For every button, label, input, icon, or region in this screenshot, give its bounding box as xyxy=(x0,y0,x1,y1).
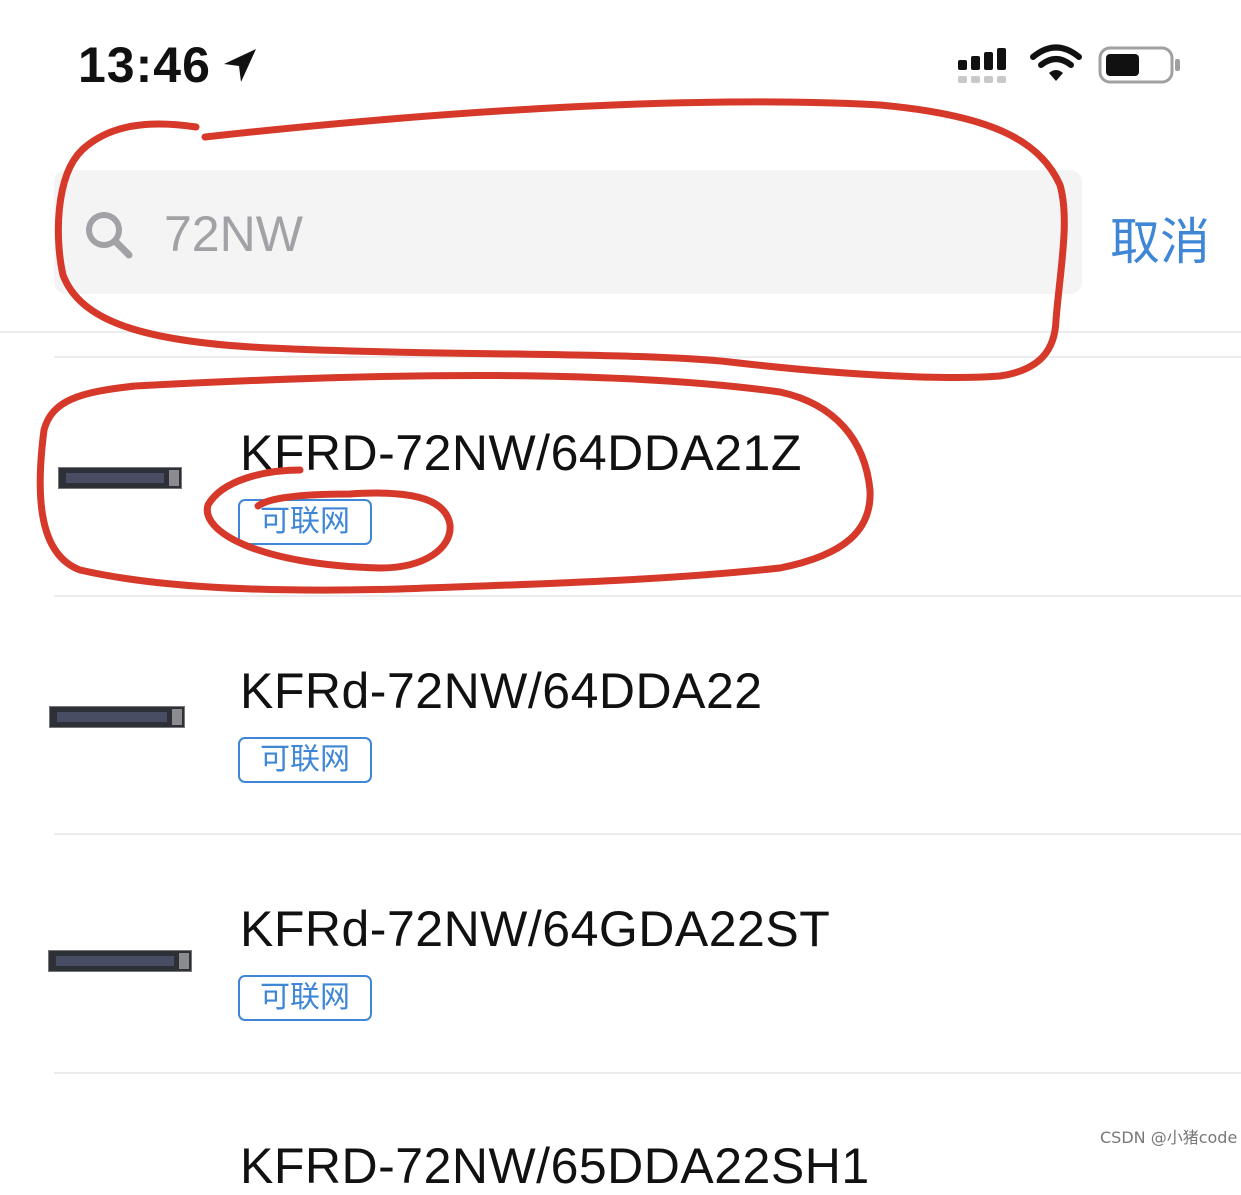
search-icon xyxy=(86,212,133,259)
result-item[interactable]: KFRD-72NW/64DDA21Z 可联网 xyxy=(0,357,1241,595)
product-model-name: KFRD-72NW/64DDA21Z xyxy=(240,425,802,481)
product-model-name: KFRd-72NW/64DDA22 xyxy=(240,663,763,719)
result-item[interactable]: KFRd-72NW/64DDA22 可联网 xyxy=(0,596,1241,834)
online-badge: 可联网 xyxy=(238,975,372,1021)
battery-icon xyxy=(1098,46,1180,84)
product-thumbnail xyxy=(49,706,185,728)
product-thumbnail xyxy=(48,950,192,972)
cellular-signal-icon xyxy=(958,48,1006,83)
online-badge: 可联网 xyxy=(238,499,372,545)
status-time: 13:46 xyxy=(78,37,211,93)
location-arrow-icon xyxy=(224,49,256,82)
search-input[interactable] xyxy=(162,198,1046,270)
product-model-name: KFRD-72NW/65DDA22SH1 xyxy=(240,1138,870,1194)
result-item[interactable]: KFRd-72NW/64GDA22ST 可联网 xyxy=(0,834,1241,1072)
watermark: CSDN @小猪code xyxy=(1100,1128,1238,1147)
cancel-button[interactable]: 取消 xyxy=(1110,202,1210,274)
wifi-icon xyxy=(1030,44,1082,81)
search-bar[interactable] xyxy=(54,170,1082,294)
result-item[interactable]: KFRD-72NW/65DDA22SH1 xyxy=(0,1073,1241,1194)
header-divider xyxy=(0,331,1241,333)
product-model-name: KFRd-72NW/64GDA22ST xyxy=(240,901,831,957)
product-thumbnail xyxy=(58,467,182,489)
online-badge: 可联网 xyxy=(238,737,372,783)
